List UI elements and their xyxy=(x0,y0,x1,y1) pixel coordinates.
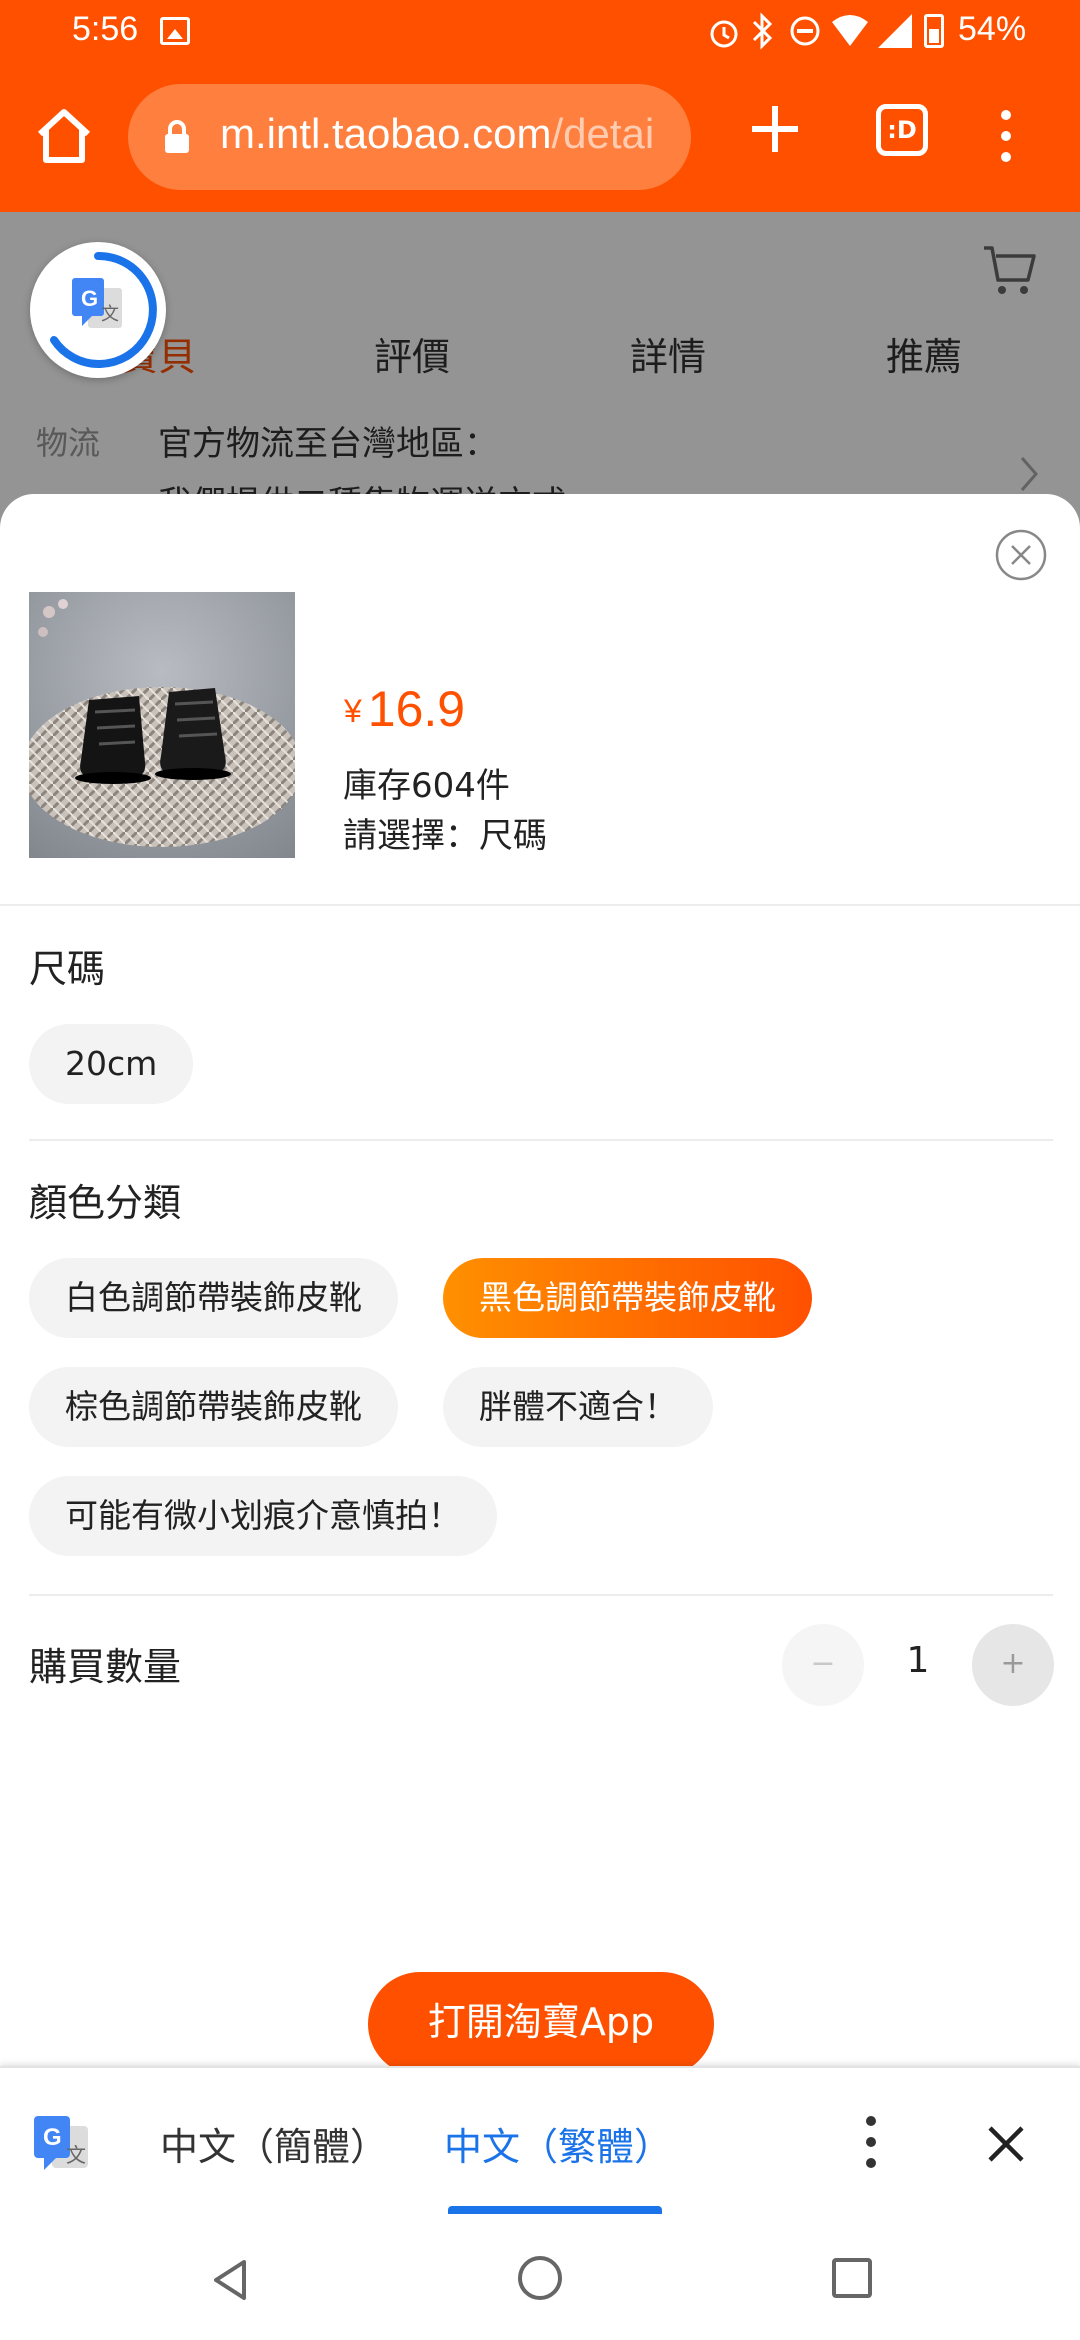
recents-icon[interactable] xyxy=(832,2258,872,2298)
close-icon[interactable] xyxy=(994,528,1048,582)
divider xyxy=(29,1594,1053,1596)
price-value: 16.9 xyxy=(367,681,466,737)
divider xyxy=(0,904,1080,906)
color-option-white[interactable]: 白色調節帶裝飾皮靴 xyxy=(29,1258,398,1338)
browser-menu-icon[interactable] xyxy=(996,110,1016,170)
sku-selector-sheet: ¥16.9 庫存604件 請選擇：尺碼 尺碼 20cm 顏色分類 白色調節帶裝飾… xyxy=(0,494,1080,2080)
svg-text:文: 文 xyxy=(101,304,119,325)
new-tab-icon[interactable] xyxy=(746,100,804,158)
url-text: m.intl.taobao.com/detai xyxy=(220,110,654,158)
stock-count: 庫存604件 xyxy=(343,766,510,806)
more-options-icon[interactable] xyxy=(860,2116,882,2176)
lock-icon xyxy=(165,120,189,153)
back-icon[interactable] xyxy=(210,2258,250,2302)
home-icon[interactable] xyxy=(32,104,96,168)
selected-language-indicator xyxy=(448,2206,662,2214)
translate-bubble[interactable]: G 文 xyxy=(30,242,166,378)
translate-icon: G 文 xyxy=(50,251,157,368)
close-icon[interactable] xyxy=(986,2124,1026,2164)
dnd-icon xyxy=(790,16,820,46)
open-taobao-app-button[interactable]: 打開淘寶App xyxy=(368,1972,714,2076)
battery-icon xyxy=(924,14,944,48)
url-domain: m.intl.taobao.com xyxy=(220,110,552,157)
quantity-value[interactable]: 1 xyxy=(900,1640,936,1681)
status-time: 5:56 xyxy=(72,10,139,48)
size-section-title: 尺碼 xyxy=(29,947,106,991)
quantity-decrease-button[interactable]: − xyxy=(782,1624,864,1706)
currency-symbol: ¥ xyxy=(344,693,362,729)
svg-text:G: G xyxy=(43,2124,62,2151)
quantity-increase-button[interactable]: + xyxy=(972,1624,1054,1706)
translate-bar: G 文 中文（簡體） 中文（繁體） xyxy=(0,2066,1080,2216)
product-thumbnail xyxy=(29,592,295,858)
color-option-not-for-chubby[interactable]: 胖體不適合！ xyxy=(443,1367,713,1447)
selection-hint: 請選擇：尺碼 xyxy=(343,816,547,856)
svg-text:G: G xyxy=(81,286,98,311)
svg-text:文: 文 xyxy=(66,2143,86,2167)
url-path: /detai xyxy=(551,110,655,157)
browser-toolbar: m.intl.taobao.com/detai :D xyxy=(0,64,1080,212)
price: ¥16.9 xyxy=(344,680,465,738)
target-language-tab[interactable]: 中文（繁體） xyxy=(444,2116,672,2171)
color-option-scratch-notice[interactable]: 可能有微小划痕介意慎拍！ xyxy=(29,1476,497,1556)
quantity-title: 購買數量 xyxy=(29,1645,182,1689)
color-option-black[interactable]: 黑色調節帶裝飾皮靴 xyxy=(443,1258,812,1338)
battery-percent: 54% xyxy=(958,10,1027,48)
divider xyxy=(29,1139,1053,1141)
status-bar: 5:56 54% xyxy=(0,0,1080,64)
url-bar[interactable]: m.intl.taobao.com/detai xyxy=(128,84,691,190)
color-section-title: 顏色分類 xyxy=(29,1181,182,1225)
gallery-icon xyxy=(160,17,190,45)
size-option-20cm[interactable]: 20cm xyxy=(29,1024,194,1104)
source-language-tab[interactable]: 中文（簡體） xyxy=(160,2116,388,2171)
color-option-brown[interactable]: 棕色調節帶裝飾皮靴 xyxy=(29,1367,398,1447)
tab-switcher-button[interactable]: :D xyxy=(876,104,928,156)
system-nav-bar xyxy=(0,2216,1080,2340)
home-nav-icon[interactable] xyxy=(518,2256,562,2300)
alarm-icon xyxy=(710,20,738,48)
wifi-icon xyxy=(832,15,868,46)
google-translate-icon: G 文 xyxy=(34,2116,88,2170)
bluetooth-icon xyxy=(752,12,773,50)
signal-icon xyxy=(878,14,912,48)
